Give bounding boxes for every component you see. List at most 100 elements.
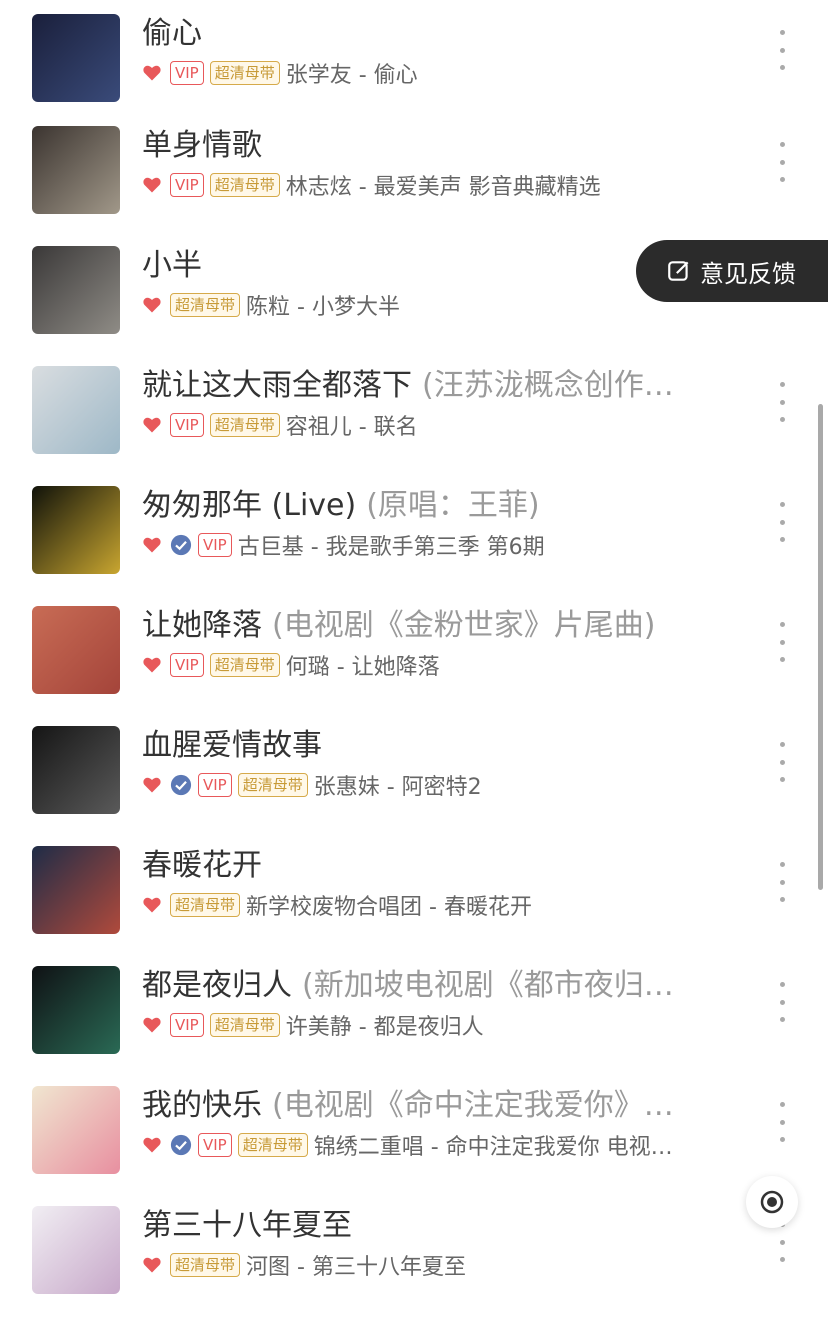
more-options-icon[interactable] xyxy=(774,382,790,422)
liked-heart-icon[interactable] xyxy=(142,775,162,795)
song-meta-line: 超清母带 陈粒 - 小梦大半 xyxy=(142,290,728,320)
song-title-line: 小半 xyxy=(142,246,718,286)
song-meta-line: VIP 超清母带 张惠妹 - 阿密特2 xyxy=(142,770,728,800)
vip-tag: VIP xyxy=(170,413,204,437)
vip-tag: VIP xyxy=(170,61,204,85)
hq-master-tag: 超清母带 xyxy=(209,413,280,437)
album-cover[interactable] xyxy=(32,846,120,934)
more-options-icon[interactable] xyxy=(774,1102,790,1142)
song-title: 血腥爱情故事 xyxy=(142,728,322,763)
hq-master-tag: 超清母带 xyxy=(170,293,241,317)
verified-check-icon xyxy=(170,1134,192,1156)
song-title: 就让这大雨全都落下 xyxy=(142,368,412,403)
song-title: 我的快乐 xyxy=(142,1088,262,1123)
song-meta-line: VIP 超清母带 锦绣二重唱 - 命中注定我爱你 电视… xyxy=(142,1130,728,1160)
liked-heart-icon[interactable] xyxy=(142,895,162,915)
liked-heart-icon[interactable] xyxy=(142,1135,162,1155)
album-cover[interactable] xyxy=(32,366,120,454)
album-cover[interactable] xyxy=(32,606,120,694)
more-options-icon[interactable] xyxy=(774,862,790,902)
song-row[interactable]: 匆匆那年 (Live) (原唱：王菲) VIP 古巨基 - 我是歌手第三季 第6期 xyxy=(0,486,828,606)
song-row[interactable]: 偷心 VIP 超清母带 张学友 - 偷心 xyxy=(0,14,828,134)
liked-heart-icon[interactable] xyxy=(142,63,162,83)
album-cover[interactable] xyxy=(32,14,120,102)
song-row[interactable]: 第三十八年夏至 超清母带 河图 - 第三十八年夏至 xyxy=(0,1206,828,1326)
vip-tag: VIP xyxy=(170,1013,204,1037)
song-title-line: 单身情歌 xyxy=(142,126,718,166)
song-title-line: 就让这大雨全都落下 (汪苏泷概念创作… xyxy=(142,366,718,406)
song-row[interactable]: 就让这大雨全都落下 (汪苏泷概念创作… VIP 超清母带 容祖儿 - 联名 xyxy=(0,366,828,486)
album-cover[interactable] xyxy=(32,1206,120,1294)
song-meta-line: VIP 超清母带 容祖儿 - 联名 xyxy=(142,410,728,440)
scrollbar[interactable] xyxy=(818,404,823,890)
artist-album-text: 许美静 - 都是夜归人 xyxy=(285,1015,484,1040)
song-title: 都是夜归人 xyxy=(142,968,292,1003)
song-title-line: 匆匆那年 (Live) (原唱：王菲) xyxy=(142,486,718,526)
artist-album-text: 新学校废物合唱团 - 春暖花开 xyxy=(246,895,532,920)
vip-tag: VIP xyxy=(170,173,204,197)
artist-album-text: 锦绣二重唱 - 命中注定我爱你 电视… xyxy=(313,1135,673,1160)
song-title: 单身情歌 xyxy=(142,128,262,163)
song-subtitle: (汪苏泷概念创作… xyxy=(422,368,674,403)
song-title: 匆匆那年 (Live) xyxy=(142,488,357,523)
verified-check-icon xyxy=(170,534,192,556)
locate-current-button[interactable] xyxy=(746,1176,798,1228)
liked-heart-icon[interactable] xyxy=(142,295,162,315)
album-cover[interactable] xyxy=(32,246,120,334)
song-title-line: 第三十八年夏至 xyxy=(142,1206,718,1246)
liked-heart-icon[interactable] xyxy=(142,415,162,435)
liked-heart-icon[interactable] xyxy=(142,655,162,675)
artist-album-text: 古巨基 - 我是歌手第三季 第6期 xyxy=(237,535,545,560)
hq-master-tag: 超清母带 xyxy=(209,1013,280,1037)
song-title: 春暖花开 xyxy=(142,848,262,883)
song-title-line: 偷心 xyxy=(142,14,718,54)
song-meta-line: VIP 超清母带 何璐 - 让她降落 xyxy=(142,650,728,680)
more-options-icon[interactable] xyxy=(774,742,790,782)
liked-heart-icon[interactable] xyxy=(142,535,162,555)
album-cover[interactable] xyxy=(32,126,120,214)
artist-album-text: 何璐 - 让她降落 xyxy=(285,655,440,680)
hq-master-tag: 超清母带 xyxy=(237,773,308,797)
song-subtitle: (电视剧《命中注定我爱你》… xyxy=(272,1088,674,1123)
edit-icon xyxy=(668,261,689,281)
album-cover[interactable] xyxy=(32,1086,120,1174)
song-row[interactable]: 血腥爱情故事 VIP 超清母带 张惠妹 - 阿密特2 xyxy=(0,726,828,846)
album-cover[interactable] xyxy=(32,726,120,814)
song-title-line: 让她降落 (电视剧《金粉世家》片尾曲) xyxy=(142,606,718,646)
feedback-label: 意见反馈 xyxy=(700,259,796,288)
vip-tag: VIP xyxy=(198,533,232,557)
song-row[interactable]: 春暖花开 超清母带 新学校废物合唱团 - 春暖花开 xyxy=(0,846,828,966)
liked-heart-icon[interactable] xyxy=(142,175,162,195)
artist-album-text: 陈粒 - 小梦大半 xyxy=(246,295,400,320)
album-cover[interactable] xyxy=(32,966,120,1054)
artist-album-text: 河图 - 第三十八年夏至 xyxy=(246,1255,466,1280)
more-options-icon[interactable] xyxy=(774,30,790,70)
song-meta-line: VIP 超清母带 张学友 - 偷心 xyxy=(142,58,728,88)
song-row[interactable]: 都是夜归人 (新加坡电视剧《都市夜归… VIP 超清母带 许美静 - 都是夜归人 xyxy=(0,966,828,1086)
target-icon xyxy=(760,1190,784,1214)
song-title: 第三十八年夏至 xyxy=(142,1208,352,1243)
more-options-icon[interactable] xyxy=(774,1222,790,1262)
song-row[interactable]: 单身情歌 VIP 超清母带 林志炫 - 最爱美声 影音典藏精选 xyxy=(0,126,828,246)
liked-heart-icon[interactable] xyxy=(142,1255,162,1275)
more-options-icon[interactable] xyxy=(774,982,790,1022)
artist-album-text: 张学友 - 偷心 xyxy=(285,63,418,88)
artist-album-text: 张惠妹 - 阿密特2 xyxy=(313,775,482,800)
song-title-line: 春暖花开 xyxy=(142,846,718,886)
song-row[interactable]: 我的快乐 (电视剧《命中注定我爱你》… VIP 超清母带 锦绣二重唱 - 命中注定我爱你… xyxy=(0,1086,828,1206)
feedback-button[interactable]: 意见反馈 xyxy=(636,240,828,302)
song-row[interactable]: 让她降落 (电视剧《金粉世家》片尾曲) VIP 超清母带 何璐 - 让她降落 xyxy=(0,606,828,726)
more-options-icon[interactable] xyxy=(774,502,790,542)
hq-master-tag: 超清母带 xyxy=(209,653,280,677)
hq-master-tag: 超清母带 xyxy=(237,1133,308,1157)
more-options-icon[interactable] xyxy=(774,142,790,182)
hq-master-tag: 超清母带 xyxy=(209,61,280,85)
artist-album-text: 林志炫 - 最爱美声 影音典藏精选 xyxy=(285,175,601,200)
song-title-line: 都是夜归人 (新加坡电视剧《都市夜归… xyxy=(142,966,718,1006)
verified-check-icon xyxy=(170,774,192,796)
song-subtitle: (新加坡电视剧《都市夜归… xyxy=(302,968,674,1003)
album-cover[interactable] xyxy=(32,486,120,574)
liked-heart-icon[interactable] xyxy=(142,1015,162,1035)
song-title: 让她降落 xyxy=(142,608,262,643)
more-options-icon[interactable] xyxy=(774,622,790,662)
